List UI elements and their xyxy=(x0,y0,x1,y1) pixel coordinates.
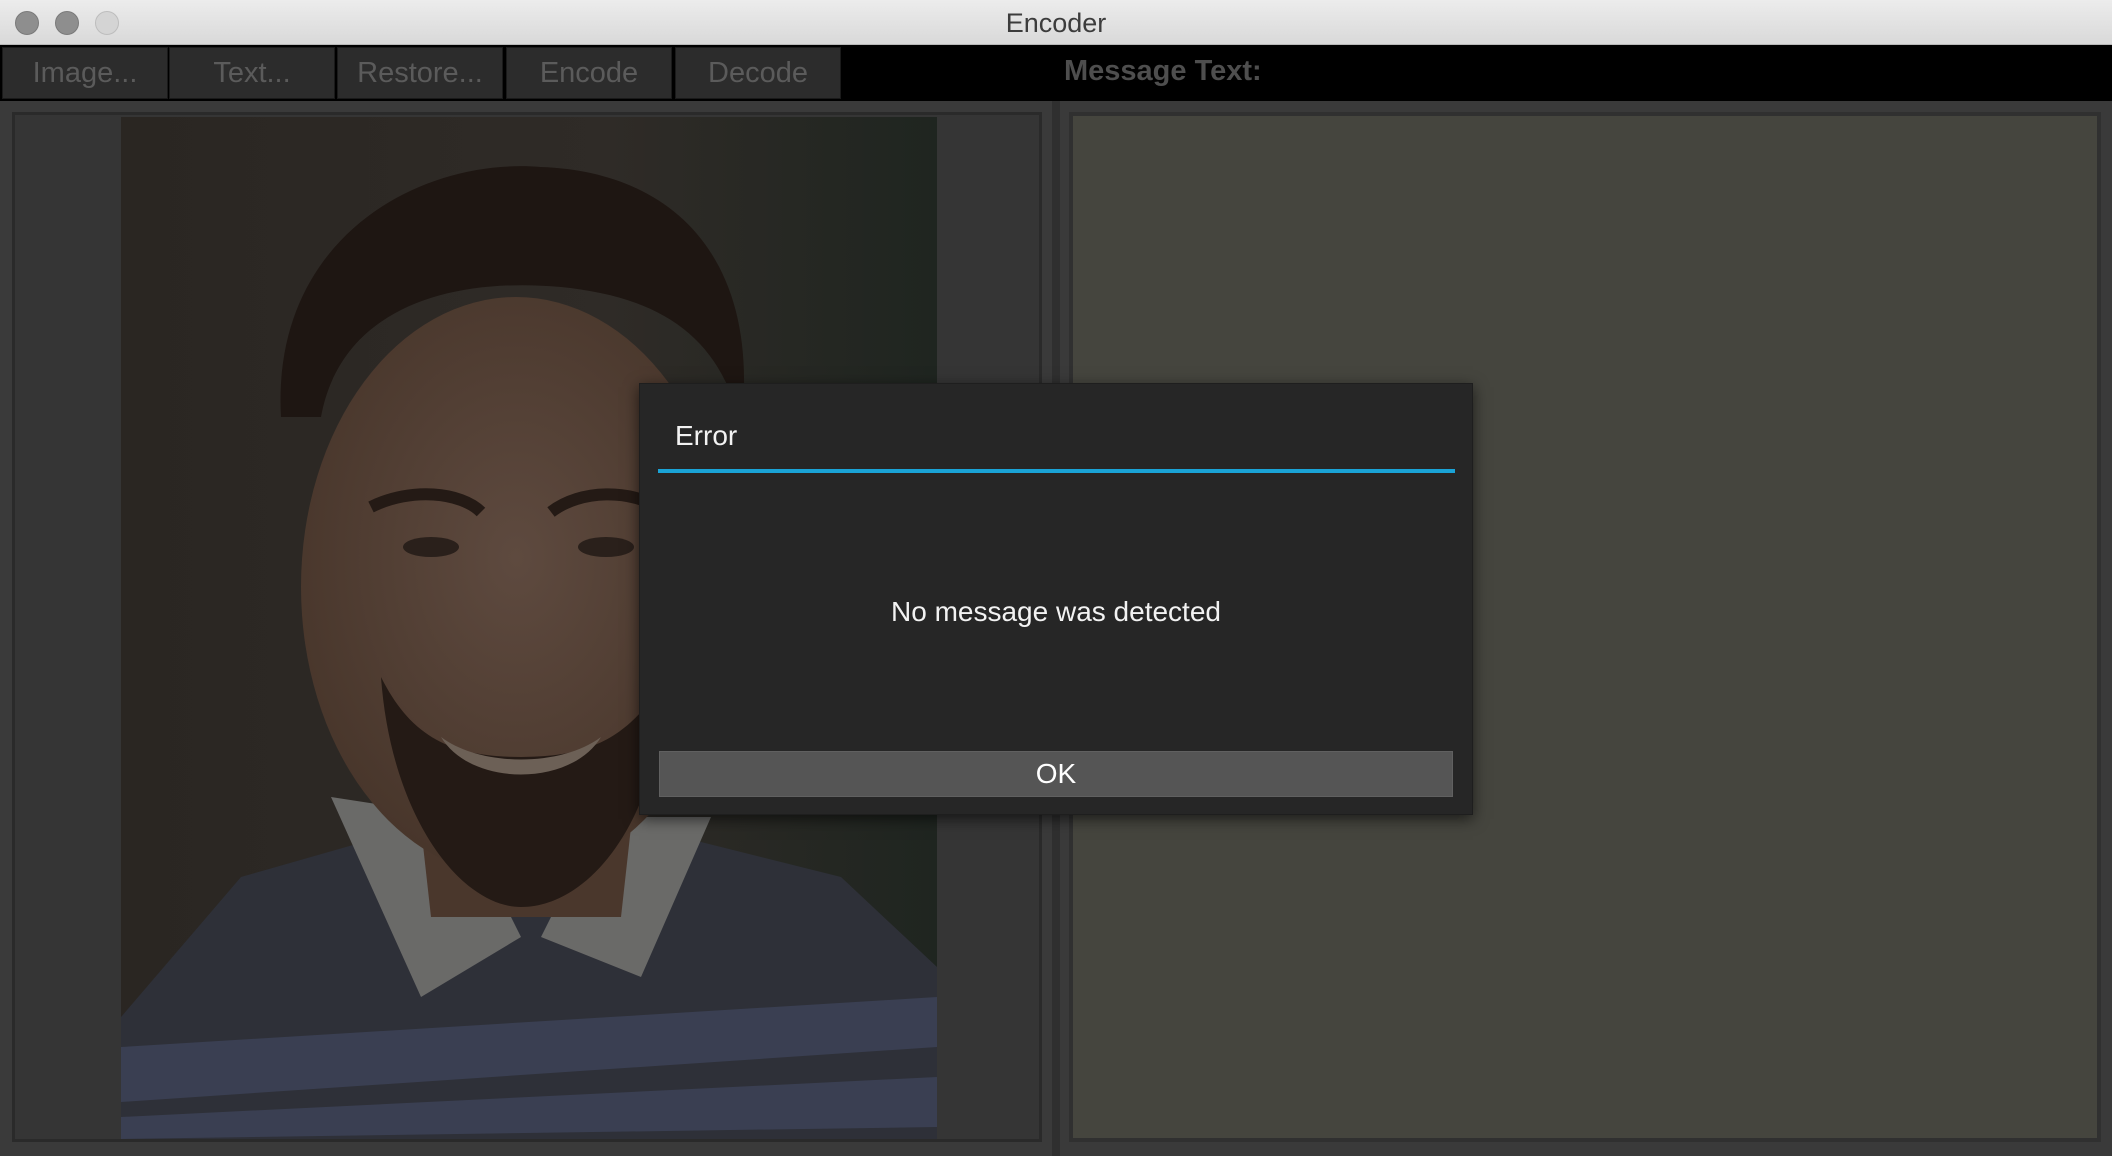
toolbar: Image... Text... Restore... Encode Decod… xyxy=(0,45,2112,101)
decode-button[interactable]: Decode xyxy=(675,47,841,99)
dialog-message: No message was detected xyxy=(891,596,1221,627)
ok-button[interactable]: OK xyxy=(659,751,1453,797)
message-text-label: Message Text: xyxy=(1064,55,1262,87)
error-dialog: Error No message was detected OK xyxy=(639,383,1473,815)
image-button[interactable]: Image... xyxy=(2,47,168,99)
title-bar: Encoder xyxy=(0,0,2112,45)
encoder-window: Encoder Image... Text... Restore... Enco… xyxy=(0,0,2112,1156)
restore-button[interactable]: Restore... xyxy=(337,47,503,99)
dialog-title-divider xyxy=(658,469,1455,473)
encode-button[interactable]: Encode xyxy=(506,47,672,99)
window-title: Encoder xyxy=(1005,8,1107,38)
text-button[interactable]: Text... xyxy=(169,47,335,99)
dialog-title: Error xyxy=(675,420,738,451)
